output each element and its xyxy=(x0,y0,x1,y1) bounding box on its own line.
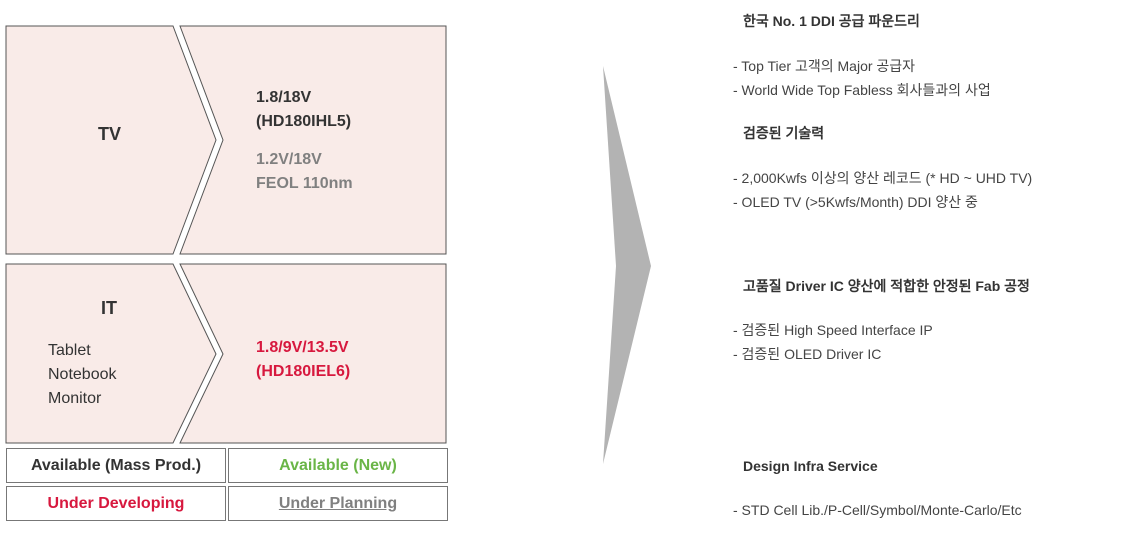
section-heading-technology: 검증된 기술력 xyxy=(743,125,825,141)
tv-spec-process: (HD180IHL5) xyxy=(256,113,352,130)
tv-spec-secondary-feol: FEOL 110nm xyxy=(256,175,353,192)
legend-mass-prod: Available (Mass Prod.) xyxy=(6,448,226,483)
it-app-notebook: Notebook xyxy=(48,366,117,383)
legend-developing: Under Developing xyxy=(6,486,226,521)
section-heading-foundry: 한국 No. 1 DDI 공급 파운드리 xyxy=(743,13,920,29)
bullet-oled-driver: - 검증된 OLED Driver IC xyxy=(733,346,882,362)
tv-category-label: TV xyxy=(98,124,122,144)
tv-spec-secondary: 1.2V/18V FEOL 110nm xyxy=(256,148,353,196)
it-applications: Tablet Notebook Monitor xyxy=(48,339,117,411)
it-category-label: IT xyxy=(101,298,117,318)
tv-spec-secondary-voltage: 1.2V/18V xyxy=(256,151,322,168)
it-spec-voltage: 1.8/9V/13.5V xyxy=(256,339,349,356)
legend-planning: Under Planning xyxy=(228,486,448,521)
legend-planning-label: Under Planning xyxy=(278,494,398,512)
it-spec-primary: 1.8/9V/13.5V (HD180IEL6) xyxy=(256,336,350,384)
bullet-high-speed-ip: - 검증된 High Speed Interface IP xyxy=(733,322,933,338)
tv-spec-voltage: 1.8/18V xyxy=(256,89,312,106)
legend-mass-prod-label: Available (Mass Prod.) xyxy=(30,456,202,474)
section-heading-fab: 고품질 Driver IC 양산에 적합한 안정된 Fab 공정 xyxy=(743,278,1030,294)
legend-new: Available (New) xyxy=(228,448,448,483)
tv-spec-chevron xyxy=(179,25,447,255)
tv-spec-primary: 1.8/18V (HD180IHL5) xyxy=(256,86,351,134)
legend-new-label: Available (New) xyxy=(279,456,397,474)
bullet-mass-record: - 2,000Kwfs 이상의 양산 레코드 (* HD ~ UHD TV) xyxy=(733,170,1033,186)
bullet-std-cell: - STD Cell Lib./P-Cell/Symbol/Monte-Carl… xyxy=(733,502,1022,518)
it-app-monitor: Monitor xyxy=(48,390,102,407)
legend-developing-label: Under Developing xyxy=(47,494,185,512)
bullet-oled-tv: - OLED TV (>5Kwfs/Month) DDI 양산 중 xyxy=(733,194,978,210)
it-spec-process: (HD180IEL6) xyxy=(256,363,351,380)
bullet-top-tier: - Top Tier 고객의 Major 공급자 xyxy=(733,58,916,74)
it-app-tablet: Tablet xyxy=(48,342,91,359)
section-heading-design-infra: Design Infra Service xyxy=(743,458,878,474)
big-arrow-shape xyxy=(603,66,651,464)
bullet-world-wide: - World Wide Top Fabless 회사들과의 사업 xyxy=(733,82,991,98)
